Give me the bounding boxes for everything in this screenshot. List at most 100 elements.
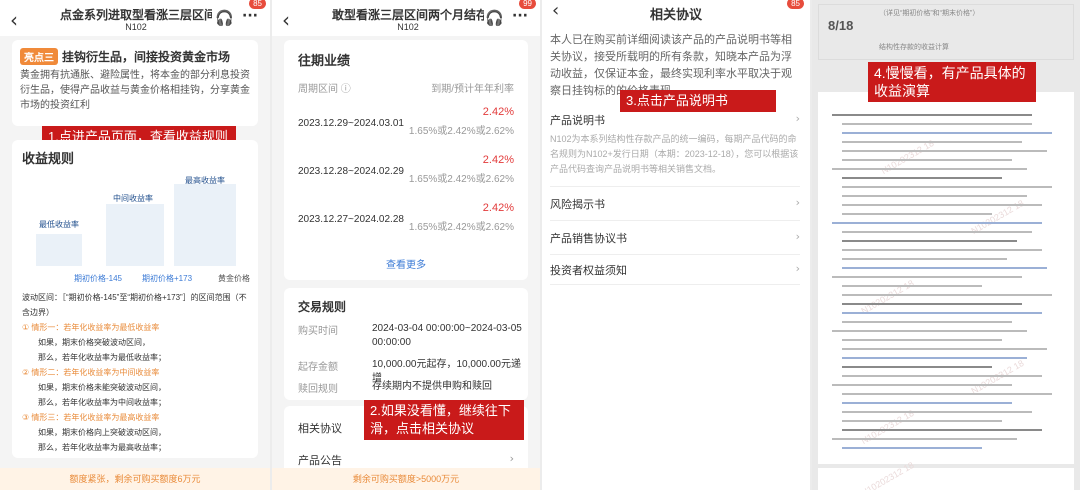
- text-line: [842, 231, 1032, 233]
- row-rate: 2.42%: [482, 202, 514, 214]
- row-rate: 2.42%: [482, 106, 514, 118]
- back-icon[interactable]: ‹: [282, 8, 290, 32]
- product-code: N102: [125, 22, 147, 32]
- product-page-panel: ‹ 点金系列进取型看涨三层区间 N102 🎧 ··· 85 亮点三 挂钩衍生品，间…: [0, 0, 270, 490]
- section-title: 收益规则: [22, 151, 75, 166]
- chevron-right-icon: ›: [795, 196, 800, 209]
- min-amount-label: 起存金额: [298, 362, 338, 373]
- text-line: [842, 123, 1032, 125]
- annotation-step-4: 4.慢慢看，有产品具体的收益演算: [868, 62, 1036, 102]
- text-line: [842, 312, 1042, 314]
- text-line: [842, 159, 1012, 161]
- row-period: 2023.12.27~2024.02.28: [298, 214, 404, 225]
- link-label: 投资者权益须知: [550, 265, 627, 277]
- buy-time-label: 购买时间: [298, 326, 338, 337]
- product-announcement-link[interactable]: 产品公告: [298, 452, 342, 468]
- scenario-3-result: 那么，若年化收益率为最高收益率；: [38, 443, 166, 452]
- document-next-page: N10202312 18: [818, 460, 1074, 490]
- watermark: N10202312 18: [969, 357, 1026, 397]
- document-header-strip: （详见“期初价格”和“期末价格”） 结构性存款的收益计算: [818, 4, 1074, 60]
- more-icon[interactable]: ···: [512, 8, 528, 24]
- divider: [550, 186, 800, 187]
- investor-rights-link[interactable]: 投资者权益须知 ›: [550, 262, 800, 278]
- gold-price-axis-label: 黄金价格: [218, 274, 250, 283]
- text-line: [842, 339, 1002, 341]
- text-line: [842, 321, 1012, 323]
- past-performance-card: 往期业绩 周期区间 ⓘ 到期/预计年年利率 2023.12.29~2024.03…: [284, 40, 528, 280]
- screenshot-collage: ‹ 点金系列进取型看涨三层区间 N102 🎧 ··· 85 亮点三 挂钩衍生品，间…: [0, 0, 1080, 490]
- related-agreements-link[interactable]: 相关协议: [298, 420, 342, 436]
- page-title: 相关协议: [649, 7, 702, 22]
- annotation-step-3: 3.点击产品说明书: [620, 90, 776, 112]
- row-period: 2023.12.29~2024.03.01: [298, 118, 404, 129]
- performance-row: 2023.12.29~2024.03.01 2.42% 1.65%或2.42%或…: [298, 106, 514, 146]
- product-code-note: N102为本系列结构性存款产品的统一编码，每期产品代码的命名规则为N102+发行…: [550, 134, 799, 174]
- section-title: 往期业绩: [298, 53, 351, 68]
- watermark: N10202312 18: [859, 407, 916, 447]
- product-code: N102: [397, 22, 419, 32]
- text-line: [832, 330, 1027, 332]
- text-line: [832, 114, 1032, 116]
- text-line: [832, 276, 1022, 278]
- text-line: [832, 222, 1042, 224]
- document-viewer-panel: （详见“期初价格”和“期末价格”） 结构性存款的收益计算 8/18 N10202…: [812, 0, 1080, 490]
- text-line: [842, 420, 1002, 422]
- chevron-right-icon: ›: [795, 230, 800, 243]
- page-title: 点金系列进取型看涨三层区间: [60, 8, 212, 22]
- link-label: 风险揭示书: [550, 199, 605, 211]
- row-range: 1.65%或2.42%或2.62%: [408, 174, 514, 185]
- nav-bar: ‹ 点金系列进取型看涨三层区间 N102 🎧 ··· 85: [0, 0, 270, 36]
- quota-footer: 剩余可购买额度>5000万元: [272, 468, 540, 490]
- text-line: [842, 177, 1002, 179]
- annotation-step-2: 2.如果没看懂，继续往下滑，点击相关协议: [364, 400, 524, 440]
- redeem-value: 存续期内不提供申购和赎回: [372, 381, 492, 392]
- notification-badge: 99: [519, 0, 536, 9]
- divider: [550, 254, 800, 255]
- scenario-2: ② 情形二：若年化收益率为中间收益率: [22, 368, 160, 377]
- scenario-1-cond: 如果，期末价格突破波动区间，: [38, 338, 150, 347]
- headphone-icon[interactable]: 🎧: [485, 9, 504, 27]
- yield-staircase-diagram: 最低收益率 中间收益率 最高收益率 期初价格-145 期初价格+173 黄金价格: [22, 172, 252, 284]
- scenario-2-cond: 如果，期末价格未能突破波动区间，: [38, 383, 166, 392]
- text-line: [842, 249, 1042, 251]
- highlight-headline: 亮点三 挂钩衍生品，间接投资黄金市场: [20, 48, 250, 65]
- text-line: [842, 240, 1017, 242]
- text-line: [832, 384, 1012, 386]
- more-icon[interactable]: ···: [242, 8, 258, 24]
- document-page: N10202312 18 N10202312 18 N10202312 18 N…: [818, 92, 1074, 464]
- text-line: [842, 348, 1047, 350]
- text-line: [832, 168, 1027, 170]
- level-high: [174, 184, 236, 266]
- doc-note-2: 结构性存款的收益计算: [879, 44, 949, 51]
- divider: [550, 220, 800, 221]
- text-line: [842, 429, 1042, 431]
- nav-bar: ‹ 敢型看涨三层区间两个月结存 N102 🎧 ··· 99: [272, 0, 540, 36]
- risk-disclosure-link[interactable]: 风险揭示书 ›: [550, 196, 800, 212]
- sales-agreement-link[interactable]: 产品销售协议书 ›: [550, 230, 800, 246]
- watermark: N10202312 18: [859, 277, 916, 317]
- text-line: [842, 366, 992, 368]
- row-range: 1.65%或2.42%或2.62%: [408, 222, 514, 233]
- row-range: 1.65%或2.42%或2.62%: [408, 126, 514, 137]
- back-icon[interactable]: ‹: [10, 8, 18, 32]
- text-line: [842, 393, 1052, 395]
- product-manual-link[interactable]: 产品说明书 ›: [550, 112, 800, 128]
- scenario-1-result: 那么，若年化收益率为最低收益率；: [38, 353, 166, 362]
- level-mid-label: 中间收益率: [113, 194, 153, 203]
- highlight-text: 黄金拥有抗通胀、避险属性，将本金的部分利息投资衍生品，使得产品收益与黄金价格相挂…: [20, 70, 250, 111]
- link-label: 产品销售协议书: [550, 233, 627, 245]
- text-line: [842, 285, 982, 287]
- text-line: [842, 258, 1007, 260]
- yield-scenarios: 波动区间：［“期初价格-145”至“期初价格+173”］的区间范围（不含边界） …: [22, 290, 254, 455]
- watermark: N10202312 18: [859, 459, 916, 490]
- view-more-link[interactable]: 查看更多: [284, 256, 528, 271]
- scenario-1: ① 情形一：若年化收益率为最低收益率: [22, 323, 160, 332]
- text-line: [832, 438, 1017, 440]
- level-low: [36, 234, 82, 266]
- headphone-icon[interactable]: 🎧: [215, 9, 234, 27]
- text-line: [842, 150, 1047, 152]
- scenario-2-result: 那么，若年化收益率为中间收益率；: [38, 398, 166, 407]
- page-title: 敢型看涨三层区间两个月结存: [332, 8, 484, 22]
- performance-row: 2023.12.27~2024.02.28 2.42% 1.65%或2.42%或…: [298, 202, 514, 242]
- chevron-right-icon: ›: [795, 112, 800, 125]
